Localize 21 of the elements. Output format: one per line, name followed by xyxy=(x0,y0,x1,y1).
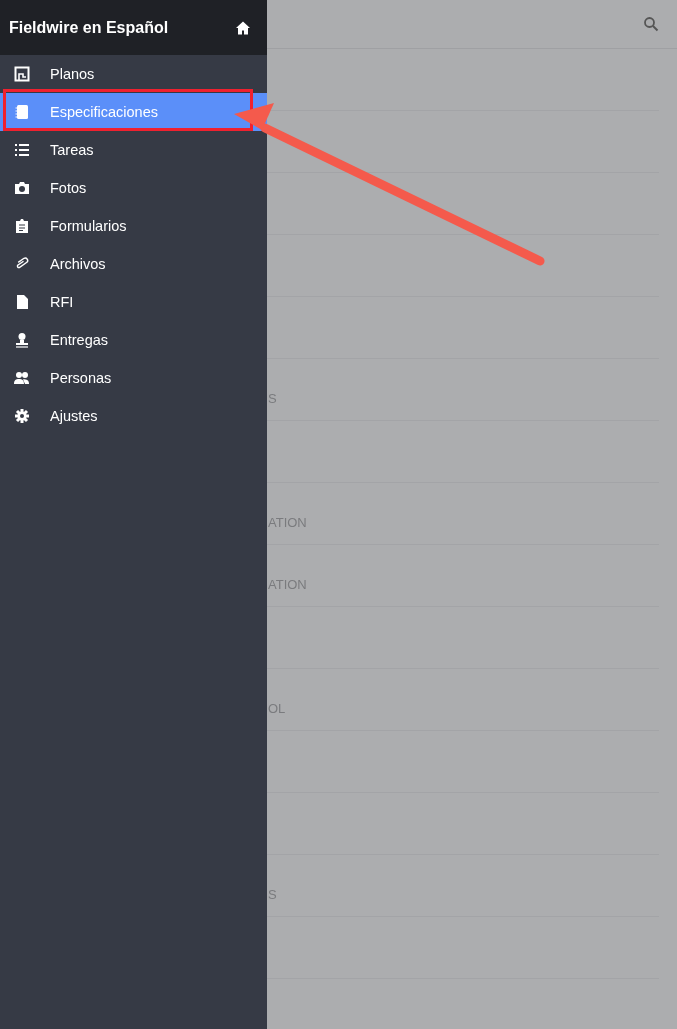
home-icon[interactable] xyxy=(235,19,251,36)
camera-icon xyxy=(14,180,30,196)
people-icon xyxy=(14,370,30,386)
list-icon xyxy=(14,142,30,158)
drawer-menu-item[interactable]: RFI xyxy=(0,283,267,321)
floor-plan-icon xyxy=(14,66,30,82)
stamp-icon xyxy=(14,332,30,348)
notebook-icon xyxy=(14,104,30,120)
drawer-menu-item[interactable]: Fotos xyxy=(0,169,267,207)
document-icon xyxy=(14,294,30,310)
search-icon[interactable] xyxy=(643,16,659,32)
clipboard-icon xyxy=(14,218,30,234)
drawer-menu-item[interactable]: Tareas xyxy=(0,131,267,169)
drawer-menu-item[interactable]: Personas xyxy=(0,359,267,397)
drawer-title: Fieldwire en Español xyxy=(9,18,169,37)
drawer-menu-item[interactable]: Planos xyxy=(0,55,267,93)
settings-icon xyxy=(14,408,30,424)
drawer-menu-item[interactable]: Formularios xyxy=(0,207,267,245)
drawer-menu-item[interactable]: Archivos xyxy=(0,245,267,283)
drawer-menu-item[interactable]: Ajustes xyxy=(0,397,267,435)
drawer-menu-item[interactable]: Entregas xyxy=(0,321,267,359)
